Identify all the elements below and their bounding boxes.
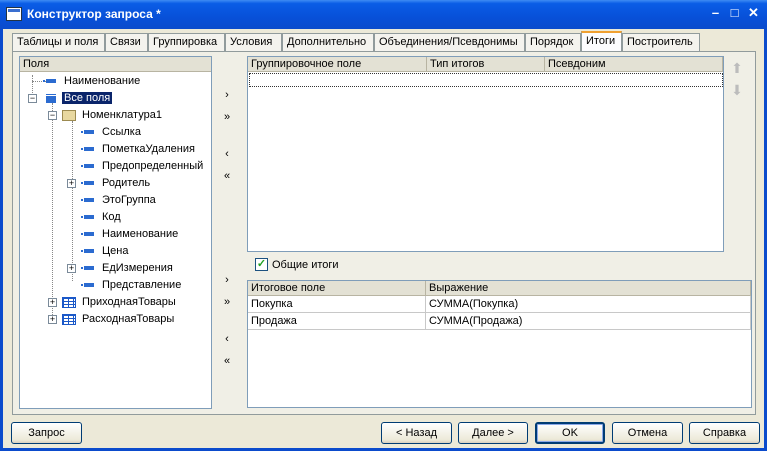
folder-icon: [62, 109, 76, 121]
expand-icon[interactable]: +: [67, 264, 76, 273]
tree-item-deletion-mark[interactable]: ПометкаУдаления: [81, 141, 197, 158]
field-icon: [81, 164, 94, 169]
tree-item-nomenclature[interactable]: Номенклатура1: [62, 107, 164, 124]
tab-additional[interactable]: Дополнительно: [282, 33, 374, 51]
expand-icon[interactable]: +: [48, 298, 57, 307]
table-cell-expression[interactable]: СУММА(Продажа): [426, 313, 751, 330]
tree-item-presentation[interactable]: Представление: [81, 277, 183, 294]
tree-item-price[interactable]: Цена: [81, 243, 130, 260]
tree-item-predefined[interactable]: Предопределенный: [81, 158, 205, 175]
tab-unions-aliases[interactable]: Объединения/Псевдонимы: [374, 33, 525, 51]
tab-builder[interactable]: Построитель: [622, 33, 700, 51]
column-header-total-field[interactable]: Итоговое поле: [248, 281, 426, 296]
table-cell-total-field[interactable]: Покупка: [248, 296, 426, 313]
maximize-button[interactable]: □: [726, 5, 743, 22]
field-icon: [43, 79, 56, 84]
field-icon: [81, 215, 94, 220]
collapse-icon[interactable]: −: [48, 111, 57, 120]
query-button[interactable]: Запрос: [11, 422, 82, 444]
window-title: Конструктор запроса *: [27, 7, 161, 21]
field-icon: [81, 266, 94, 271]
fields-panel[interactable]: Поля Наименование − Все поля − Номенклат…: [19, 56, 212, 409]
move-right-button[interactable]: ›: [217, 88, 237, 105]
tab-links[interactable]: Связи: [105, 33, 148, 51]
title-bar: Конструктор запроса * – □ ✕: [0, 0, 767, 29]
field-icon: [81, 130, 94, 135]
tree-item-link[interactable]: Ссылка: [81, 124, 143, 141]
tree-item-parent[interactable]: Родитель: [81, 175, 152, 192]
field-icon: [81, 198, 94, 203]
field-icon: [81, 147, 94, 152]
tree-item-name[interactable]: Наименование: [81, 226, 180, 243]
tab-totals[interactable]: Итоги: [581, 31, 622, 51]
general-totals-checkbox[interactable]: ✓: [255, 258, 268, 271]
close-button[interactable]: ✕: [745, 5, 762, 22]
column-header-alias[interactable]: Псевдоним: [545, 57, 723, 72]
ok-button[interactable]: OK: [535, 422, 605, 444]
tab-grouping[interactable]: Группировка: [148, 33, 225, 51]
minimize-button[interactable]: –: [707, 5, 724, 22]
all-fields-icon: [46, 93, 56, 104]
field-icon: [81, 232, 94, 237]
grid-focus-row[interactable]: [249, 73, 723, 87]
cancel-button[interactable]: Отмена: [612, 422, 683, 444]
fields-header: Поля: [20, 57, 211, 72]
field-icon: [81, 249, 94, 254]
collapse-icon[interactable]: −: [28, 94, 37, 103]
tree-item-all-fields[interactable]: Все поля: [46, 90, 113, 107]
column-header-grouping-field[interactable]: Группировочное поле: [248, 57, 427, 72]
table-cell-total-field[interactable]: Продажа: [248, 313, 426, 330]
grouping-grid[interactable]: Группировочное поле Тип итогов Псевдоним: [247, 56, 724, 252]
general-totals-label: Общие итоги: [272, 259, 339, 271]
expand-icon[interactable]: +: [48, 315, 57, 324]
expand-icon[interactable]: +: [67, 179, 76, 188]
column-header-totals-type[interactable]: Тип итогов: [427, 57, 545, 72]
tree-item-incoming-goods[interactable]: ПриходнаяТовары: [62, 294, 178, 311]
app-icon: [6, 7, 22, 21]
next-button[interactable]: Далее >: [458, 422, 528, 444]
move-right-totals-button[interactable]: ›: [217, 273, 237, 290]
table-icon: [62, 313, 76, 325]
move-all-right-totals-button[interactable]: »: [217, 295, 237, 312]
back-button[interactable]: < Назад: [381, 422, 452, 444]
table-icon: [62, 296, 76, 308]
totals-grid[interactable]: Итоговое поле Выражение Покупка СУММА(По…: [247, 280, 752, 408]
tree-item-unit[interactable]: ЕдИзмерения: [81, 260, 175, 277]
tab-tables-fields[interactable]: Таблицы и поля: [12, 33, 105, 51]
move-left-totals-button[interactable]: ‹: [217, 332, 237, 349]
tree-line: [72, 121, 73, 281]
tab-conditions[interactable]: Условия: [225, 33, 282, 51]
tab-order[interactable]: Порядок: [525, 33, 581, 51]
tree-line: [52, 103, 53, 319]
move-left-button[interactable]: ‹: [217, 147, 237, 164]
help-button[interactable]: Справка: [689, 422, 760, 444]
column-header-expression[interactable]: Выражение: [426, 281, 751, 296]
tree-item-code[interactable]: Код: [81, 209, 123, 226]
move-down-icon[interactable]: ⬇: [730, 82, 744, 99]
table-cell-expression[interactable]: СУММА(Покупка): [426, 296, 751, 313]
tree-item-outgoing-goods[interactable]: РасходнаяТовары: [62, 311, 176, 328]
move-all-right-button[interactable]: »: [217, 110, 237, 127]
tree-item-name-root[interactable]: Наименование: [43, 73, 142, 90]
field-icon: [81, 181, 94, 186]
move-up-icon[interactable]: ⬆: [730, 60, 744, 77]
move-all-left-button[interactable]: «: [217, 169, 237, 186]
move-all-left-totals-button[interactable]: «: [217, 354, 237, 371]
field-icon: [81, 283, 94, 288]
tree-item-is-group[interactable]: ЭтоГруппа: [81, 192, 158, 209]
